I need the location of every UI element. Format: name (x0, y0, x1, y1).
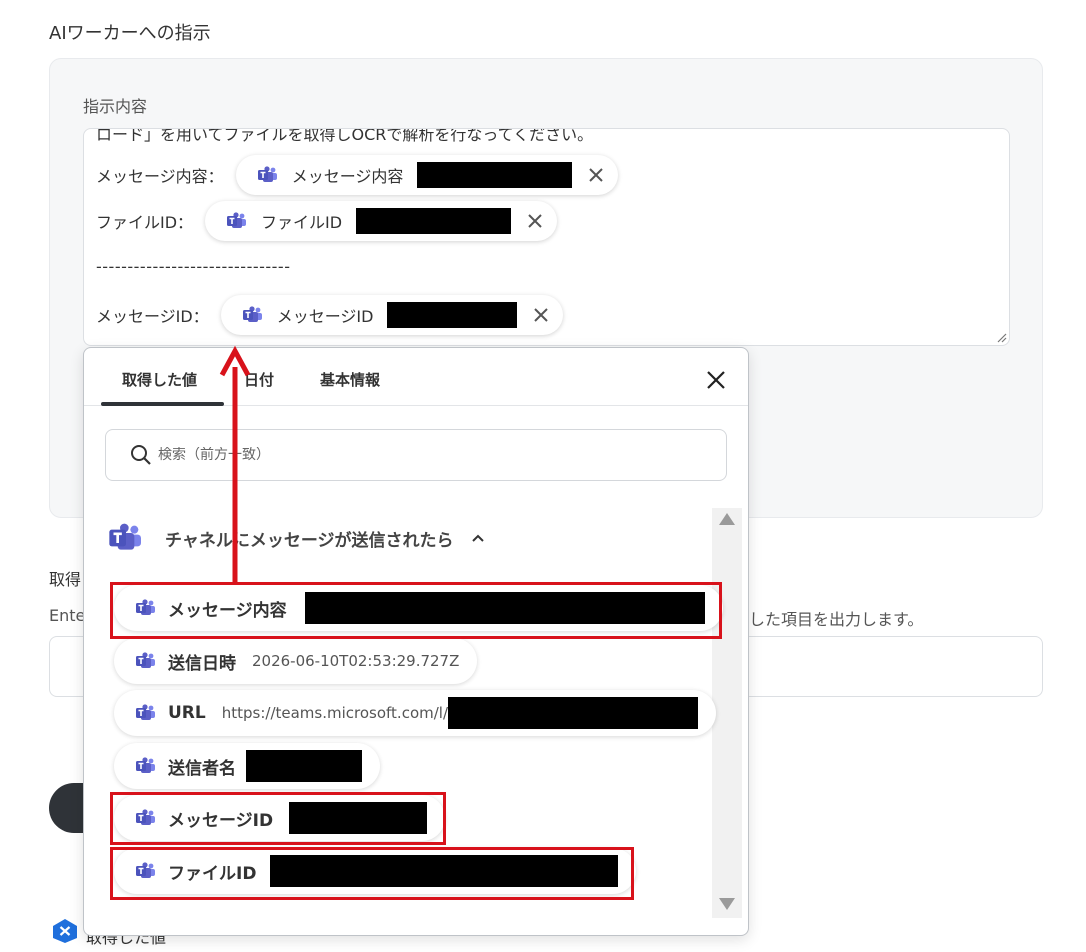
highlight-box-file-id (110, 847, 634, 900)
teams-icon (257, 166, 277, 182)
teams-icon (242, 306, 262, 322)
item-label: URL (168, 703, 206, 723)
editor-row-message-content: メッセージ内容： メッセージ内容 (96, 155, 619, 195)
row-label: ファイルID： (96, 213, 194, 232)
scroll-down-icon[interactable] (718, 897, 736, 911)
search-box[interactable] (105, 429, 727, 481)
editor-row-message-id: メッセージID： メッセージID (96, 295, 564, 335)
highlight-box-message-content (110, 582, 722, 639)
tab-acquired-values[interactable]: 取得した値 (122, 369, 197, 390)
highlight-box-message-id (110, 792, 446, 845)
editor-row-file-id: ファイルID： ファイルID (96, 201, 558, 241)
tab-basic-info[interactable]: 基本情報 (320, 369, 380, 390)
redacted-value (356, 208, 512, 234)
active-tab-indicator (101, 402, 224, 406)
annotation-arrow (219, 345, 251, 583)
resize-handle-icon[interactable] (995, 331, 1007, 343)
variable-chip-message-content[interactable]: メッセージ内容 (235, 155, 619, 195)
chip-label: ファイルID (261, 213, 343, 232)
chip-label: メッセージ内容 (291, 167, 404, 186)
scroll-up-icon[interactable] (718, 512, 736, 526)
teams-icon (136, 704, 155, 720)
redacted-value (246, 750, 362, 782)
editor-clipped-line: ロード」を用いてファイルを取得しOCRで解析を行なってください。 (96, 128, 594, 144)
close-icon[interactable] (704, 368, 728, 392)
item-value: 2026-06-10T02:53:29.727Z (252, 652, 460, 670)
close-icon[interactable] (525, 211, 545, 231)
editor-divider-text: ------------------------------- (96, 257, 291, 276)
output-section-label: 取得 (49, 570, 82, 589)
teams-icon (109, 523, 141, 550)
variable-chip-message-id[interactable]: メッセージID (220, 295, 564, 335)
item-value: https://teams.microsoft.com/l/ (221, 704, 449, 722)
close-icon[interactable] (531, 305, 551, 325)
instruction-label: 指示内容 (83, 97, 148, 116)
redacted-value (387, 302, 518, 328)
teams-icon (136, 757, 155, 773)
section-title: AIワーカーへの指示 (49, 23, 211, 44)
group-label: チャネルにメッセージが送信されたら (165, 530, 454, 551)
variable-chip-file-id[interactable]: ファイルID (205, 201, 558, 241)
redacted-value (417, 162, 573, 188)
trigger-group-header[interactable]: チャネルにメッセージが送信されたら (109, 523, 486, 553)
list-item-sent-datetime[interactable]: 送信日時 2026-06-10T02:53:29.727Z (114, 638, 478, 684)
output-help-text-left: Ente (49, 606, 86, 625)
list-item-url[interactable]: URL https://teams.microsoft.com/l/ (114, 690, 717, 736)
search-icon (131, 445, 151, 465)
scrollbar[interactable] (712, 508, 742, 918)
close-icon[interactable] (586, 165, 606, 185)
instruction-editor[interactable]: ロード」を用いてファイルを取得しOCRで解析を行なってください。 メッセージ内容… (83, 128, 1010, 346)
row-label: メッセージID： (96, 307, 209, 326)
item-label: 送信者名 (168, 758, 236, 779)
list-item-sender-name[interactable]: 送信者名 (114, 743, 380, 789)
output-help-text-right: した項目を出力します。 (749, 610, 924, 629)
popup-tabs: 取得した値 日付 基本情報 (84, 348, 748, 406)
item-label: 送信日時 (168, 653, 236, 674)
chip-label: メッセージID (276, 307, 374, 326)
badge-icon (53, 919, 77, 943)
teams-icon (227, 212, 247, 228)
chevron-up-icon[interactable] (470, 530, 486, 546)
teams-icon (136, 652, 155, 668)
redacted-value (448, 697, 699, 729)
row-label: メッセージ内容： (96, 167, 224, 186)
